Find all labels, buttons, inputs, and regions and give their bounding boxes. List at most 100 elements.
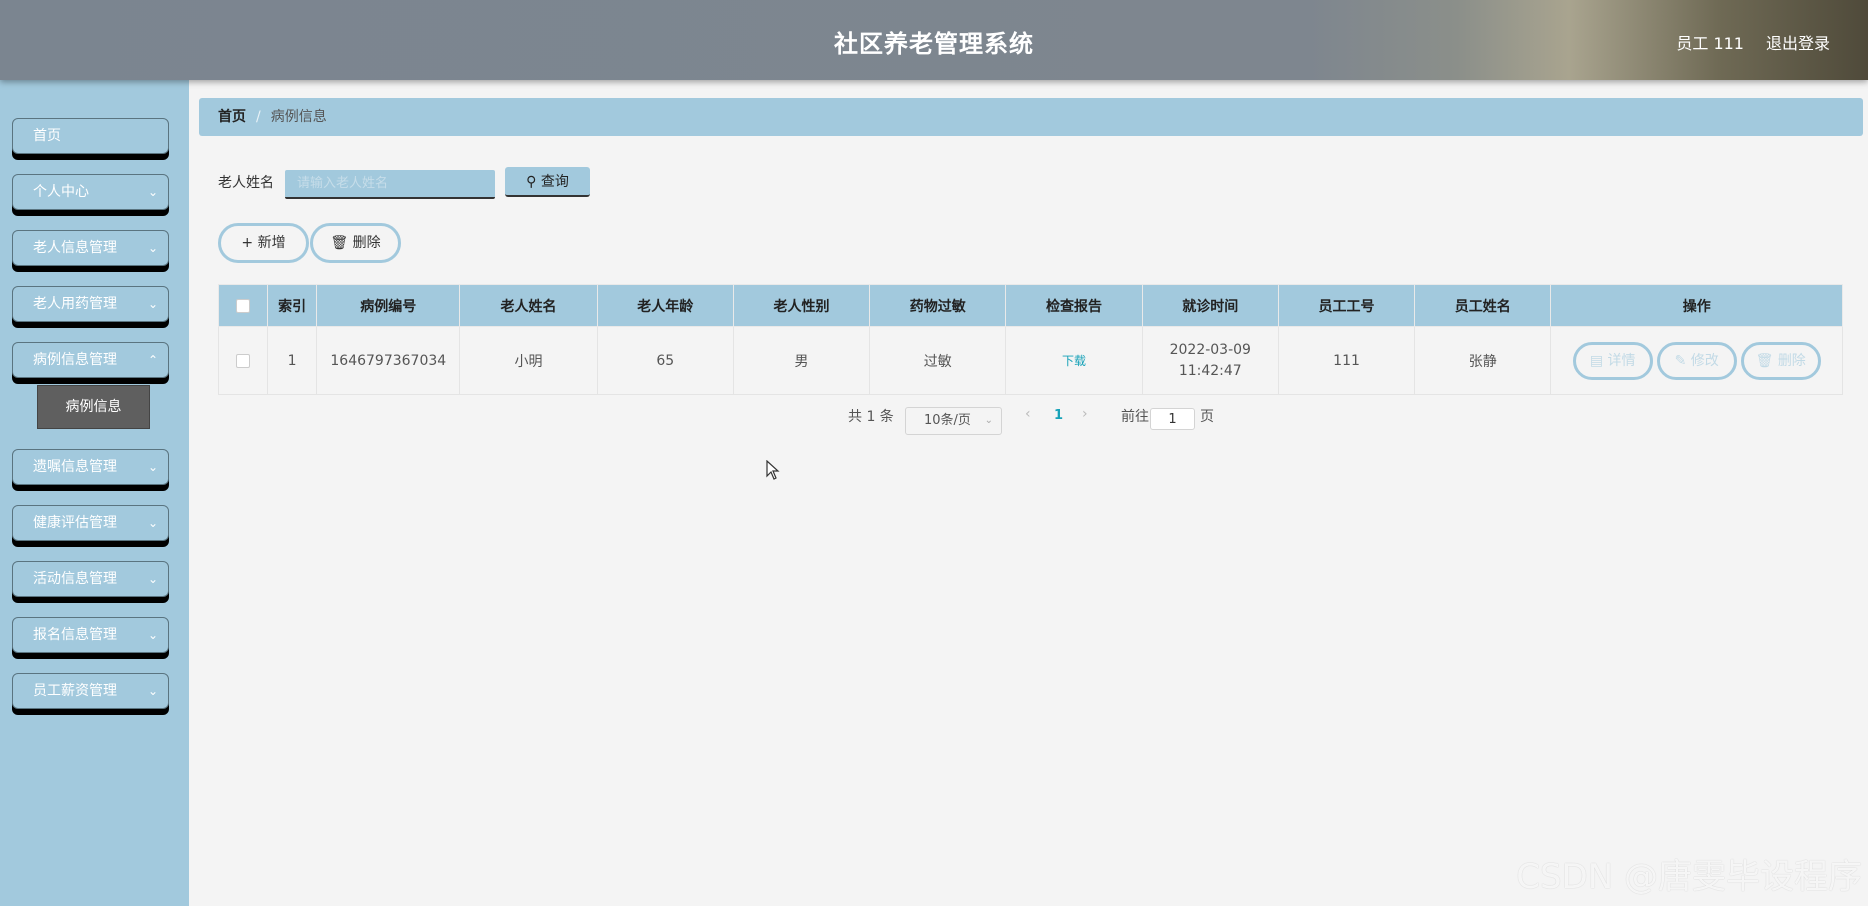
edit-button-label: 修改 — [1690, 352, 1719, 369]
sidebar-item-label: 活动信息管理 — [33, 571, 117, 587]
next-page-button[interactable]: › — [1082, 406, 1088, 422]
sidebar-item-case-info[interactable]: 病例信息管理 ⌃ — [12, 342, 169, 378]
delete-button-label: 删除 — [352, 235, 381, 251]
goto-label: 前往 — [1121, 409, 1149, 425]
sidebar-item-profile[interactable]: 个人中心 ⌄ — [12, 174, 169, 210]
cell-allergy: 过敏 — [869, 326, 1007, 395]
row-select-cell — [217, 326, 269, 395]
column-header: 检查报告 — [1005, 284, 1143, 327]
cell-case-no: 1646797367034 — [316, 326, 461, 395]
delete-button[interactable]: 🗑 删除 — [310, 223, 401, 263]
column-header: 就诊时间 — [1141, 284, 1279, 327]
watermark: CSDN @唐雯毕设程序 — [1516, 857, 1862, 897]
pencil-icon: ✎ — [1674, 352, 1687, 369]
column-header: 老人姓名 — [459, 284, 598, 327]
sidebar-item-elder-info[interactable]: 老人信息管理 ⌄ — [12, 230, 169, 266]
top-header: 社区养老管理系统 员工 111 退出登录 — [0, 0, 1868, 80]
page-size-value: 10条/页 — [924, 413, 971, 428]
sidebar-item-medication[interactable]: 老人用药管理 ⌄ — [12, 286, 169, 322]
breadcrumb-separator: / — [256, 109, 261, 125]
cell-age: 65 — [596, 326, 734, 395]
chevron-down-icon: ⌄ — [147, 684, 158, 698]
report-download-link[interactable]: 下载 — [1062, 354, 1086, 368]
detail-button[interactable]: ▤ 详情 — [1572, 341, 1653, 380]
prev-page-button[interactable]: ‹ — [1025, 406, 1031, 422]
cell-gender: 男 — [732, 326, 871, 395]
cell-report: 下载 — [1005, 326, 1143, 395]
detail-button-label: 详情 — [1607, 352, 1636, 369]
cell-staff-no: 111 — [1277, 326, 1416, 395]
sidebar: 首页 个人中心 ⌄ 老人信息管理 ⌄ 老人用药管理 ⌄ 病例信息管理 ⌃ 病例信… — [0, 80, 189, 906]
logout-link[interactable]: 退出登录 — [1766, 30, 1830, 54]
sidebar-item-label: 员工薪资管理 — [33, 683, 117, 699]
sidebar-item-signup[interactable]: 报名信息管理 ⌄ — [12, 617, 169, 653]
select-all-checkbox[interactable] — [236, 298, 251, 313]
current-user: 员工 111 — [1676, 34, 1744, 53]
sidebar-item-label: 个人中心 — [33, 184, 89, 200]
column-header: 员工姓名 — [1414, 284, 1552, 327]
sidebar-item-label: 报名信息管理 — [33, 627, 117, 643]
sidebar-item-label: 首页 — [33, 128, 61, 144]
trash-icon: 🗑 — [1755, 352, 1774, 369]
cell-name: 小明 — [459, 326, 598, 395]
plus-icon: + — [241, 235, 254, 251]
chevron-down-icon: ⌄ — [984, 415, 993, 426]
row-delete-button-label: 删除 — [1777, 352, 1806, 369]
add-button-label: 新增 — [257, 235, 286, 251]
sidebar-item-label: 健康评估管理 — [33, 515, 117, 531]
sidebar-item-label: 病例信息管理 — [33, 352, 117, 368]
chevron-down-icon: ⌄ — [147, 628, 158, 642]
sidebar-subitem-case-info[interactable]: 病例信息 — [37, 385, 150, 429]
search-button[interactable]: ⚲ 查询 — [505, 167, 590, 197]
sidebar-item-label: 遗嘱信息管理 — [33, 459, 117, 475]
breadcrumb: 首页 / 病例信息 — [199, 98, 1863, 136]
column-header: 员工工号 — [1277, 284, 1416, 327]
search-icon: ⚲ — [526, 174, 537, 190]
column-header: 药物过敏 — [869, 284, 1007, 327]
column-header: 老人性别 — [732, 284, 871, 327]
table-row: 1 1646797367034 小明 65 男 过敏 下载 2022-03-09… — [217, 326, 1843, 395]
column-header: 索引 — [267, 284, 318, 327]
cell-index: 1 — [267, 326, 318, 395]
page-size-select[interactable]: 10条/页 ⌄ — [905, 407, 1002, 435]
chevron-down-icon: ⌄ — [147, 241, 158, 255]
cell-visit-time: 2022-03-09 11:42:47 — [1141, 326, 1279, 395]
page-number-current[interactable]: 1 — [1054, 408, 1063, 423]
cell-staff-name: 张静 — [1414, 326, 1552, 395]
chevron-down-icon: ⌄ — [147, 516, 158, 530]
sidebar-item-home[interactable]: 首页 — [12, 118, 169, 154]
search-button-label: 查询 — [540, 174, 569, 190]
breadcrumb-current: 病例信息 — [270, 109, 327, 125]
select-all-cell — [217, 284, 269, 327]
column-header: 病例编号 — [316, 284, 461, 327]
sidebar-item-activity[interactable]: 活动信息管理 ⌄ — [12, 561, 169, 597]
mouse-cursor-icon — [766, 460, 780, 480]
chevron-down-icon: ⌄ — [147, 185, 158, 199]
sidebar-item-will-info[interactable]: 遗嘱信息管理 ⌄ — [12, 449, 169, 485]
case-table: 索引 病例编号 老人姓名 老人年龄 老人性别 药物过敏 检查报告 就诊时间 员工… — [217, 284, 1843, 395]
chevron-down-icon: ⌄ — [147, 460, 158, 474]
chevron-up-icon: ⌃ — [147, 353, 158, 367]
sidebar-item-health-eval[interactable]: 健康评估管理 ⌄ — [12, 505, 169, 541]
chevron-down-icon: ⌄ — [147, 297, 158, 311]
table-header-row: 索引 病例编号 老人姓名 老人年龄 老人性别 药物过敏 检查报告 就诊时间 员工… — [217, 284, 1843, 327]
search-label: 老人姓名 — [218, 175, 274, 191]
edit-button[interactable]: ✎ 修改 — [1656, 341, 1737, 380]
column-header: 老人年龄 — [596, 284, 734, 327]
page-title: 社区养老管理系统 — [834, 30, 1034, 58]
sidebar-item-label: 老人信息管理 — [33, 240, 117, 256]
goto-page-input[interactable] — [1150, 408, 1195, 430]
document-icon: ▤ — [1589, 352, 1604, 369]
row-delete-button[interactable]: 🗑 删除 — [1740, 341, 1821, 380]
goto-suffix: 页 — [1200, 409, 1214, 425]
cell-actions: ▤ 详情 ✎ 修改 🗑 删除 — [1550, 326, 1843, 395]
sidebar-item-salary[interactable]: 员工薪资管理 ⌄ — [12, 673, 169, 709]
add-button[interactable]: + 新增 — [218, 223, 309, 263]
pagination-total: 共 1 条 — [848, 409, 894, 425]
sidebar-item-label: 老人用药管理 — [33, 296, 117, 312]
column-header: 操作 — [1550, 284, 1843, 327]
chevron-down-icon: ⌄ — [147, 572, 158, 586]
search-input[interactable] — [285, 170, 495, 199]
row-checkbox[interactable] — [236, 353, 251, 368]
breadcrumb-home[interactable]: 首页 — [218, 109, 246, 125]
